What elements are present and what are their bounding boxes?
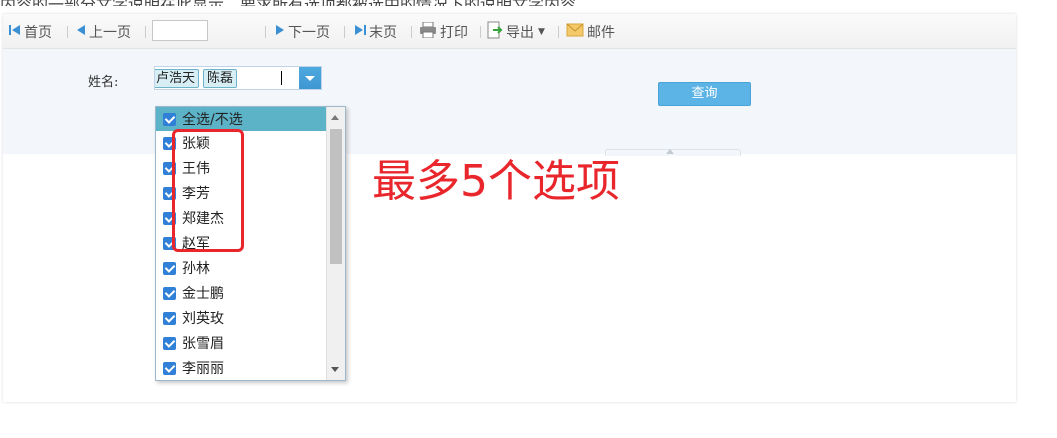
option-label: 郑建杰 xyxy=(182,211,224,227)
list-item[interactable]: 郑建杰 xyxy=(156,206,326,230)
selected-tag[interactable]: 卢浩天 xyxy=(155,69,200,88)
toolbar-separator xyxy=(145,26,146,38)
list-item[interactable]: 张雪眉 xyxy=(156,331,326,355)
next-page-label: 下一页 xyxy=(288,25,330,41)
list-item[interactable]: 李丽丽 xyxy=(156,356,326,380)
toolbar-separator xyxy=(411,26,412,38)
checkbox-checked-icon[interactable] xyxy=(163,261,176,275)
checkbox-checked-icon[interactable] xyxy=(163,136,176,150)
name-dropdown-list: 全选/不选 张颖 王伟 李芳 郑建杰 赵军 孙林 金士鹏 刘英玫 张雪眉 李丽丽 xyxy=(155,106,346,381)
list-item[interactable]: 孙林 xyxy=(156,256,326,280)
toolbar-separator xyxy=(67,26,68,38)
name-label: 姓名: xyxy=(88,75,119,90)
option-label: 李芳 xyxy=(182,186,210,202)
scroll-up-icon[interactable] xyxy=(331,115,339,120)
checkbox-checked-icon[interactable] xyxy=(163,211,176,225)
checkbox-checked-icon[interactable] xyxy=(163,361,176,375)
first-page-label: 首页 xyxy=(24,25,52,41)
scroll-thumb[interactable] xyxy=(330,129,342,264)
checkbox-checked-icon[interactable] xyxy=(163,112,176,126)
annotation-text: 最多5个选项 xyxy=(372,156,620,207)
checkbox-checked-icon[interactable] xyxy=(163,311,176,325)
option-label: 张雪眉 xyxy=(182,336,224,352)
clipped-top-text: 内容的一部分文字说明在此显示，要求所有选项都被选中的情况下的说明文字内容 xyxy=(0,0,1057,6)
combo-dropdown-button[interactable] xyxy=(299,67,321,89)
list-item[interactable]: 王伟 xyxy=(156,156,326,180)
prev-page-label: 上一页 xyxy=(89,25,131,41)
name-combobox[interactable]: 浩 卢浩天 陈磊 xyxy=(154,66,322,90)
mail-icon xyxy=(566,23,584,41)
option-label: 李丽丽 xyxy=(182,361,224,377)
checkbox-checked-icon[interactable] xyxy=(163,161,176,175)
export-button[interactable]: 导出 ▼ xyxy=(487,21,545,43)
checkbox-checked-icon[interactable] xyxy=(163,236,176,250)
checkbox-checked-icon[interactable] xyxy=(163,186,176,200)
list-item[interactable]: 李芳 xyxy=(156,181,326,205)
first-page-icon xyxy=(9,24,21,40)
toolbar-separator xyxy=(344,26,345,38)
dropdown-scrollbar[interactable] xyxy=(326,107,345,380)
prev-page-icon xyxy=(76,24,86,40)
print-label: 打印 xyxy=(440,25,468,41)
export-label: 导出 xyxy=(506,25,534,41)
option-label: 金士鹏 xyxy=(182,286,224,302)
option-label: 孙林 xyxy=(182,261,210,277)
selected-tag[interactable]: 陈磊 xyxy=(203,69,238,88)
option-label: 赵军 xyxy=(182,236,210,252)
select-all-label: 全选/不选 xyxy=(182,112,243,128)
prev-page-button[interactable]: 上一页 xyxy=(76,23,131,41)
collapse-up-icon xyxy=(666,149,674,154)
list-item[interactable]: 刘英玫 xyxy=(156,306,326,330)
list-item[interactable]: 张颖 xyxy=(156,131,326,155)
first-page-button[interactable]: 首页 xyxy=(9,23,52,41)
last-page-icon xyxy=(354,24,366,40)
checkbox-checked-icon[interactable] xyxy=(163,286,176,300)
list-item[interactable]: 赵军 xyxy=(156,231,326,255)
mail-label: 邮件 xyxy=(587,25,615,41)
list-item[interactable]: 金士鹏 xyxy=(156,281,326,305)
option-label: 刘英玫 xyxy=(182,311,224,327)
last-page-label: 末页 xyxy=(369,25,397,41)
scroll-down-icon[interactable] xyxy=(331,367,339,372)
next-page-icon xyxy=(275,24,285,40)
page-number-input[interactable] xyxy=(152,20,208,41)
mail-button[interactable]: 邮件 xyxy=(566,23,615,41)
selected-tags: 浩 卢浩天 陈磊 xyxy=(155,69,241,88)
printer-icon xyxy=(419,21,437,42)
print-button[interactable]: 打印 xyxy=(419,21,468,42)
query-button[interactable]: 查询 xyxy=(658,82,751,106)
chevron-down-icon: ▼ xyxy=(538,27,545,37)
next-page-button[interactable]: 下一页 xyxy=(275,23,330,41)
export-icon xyxy=(487,21,503,43)
select-all-option[interactable]: 全选/不选 xyxy=(156,107,326,131)
option-label: 王伟 xyxy=(182,161,210,177)
last-page-button[interactable]: 末页 xyxy=(354,23,397,41)
option-label: 张颖 xyxy=(182,136,210,152)
toolbar-separator xyxy=(558,26,559,38)
toolbar-separator xyxy=(480,26,481,38)
toolbar-separator xyxy=(265,26,266,38)
text-caret xyxy=(281,71,282,85)
checkbox-checked-icon[interactable] xyxy=(163,336,176,350)
toolbar: 首页 上一页 下一页 末页 打印 导出 ▼ 邮件 xyxy=(3,14,1016,49)
